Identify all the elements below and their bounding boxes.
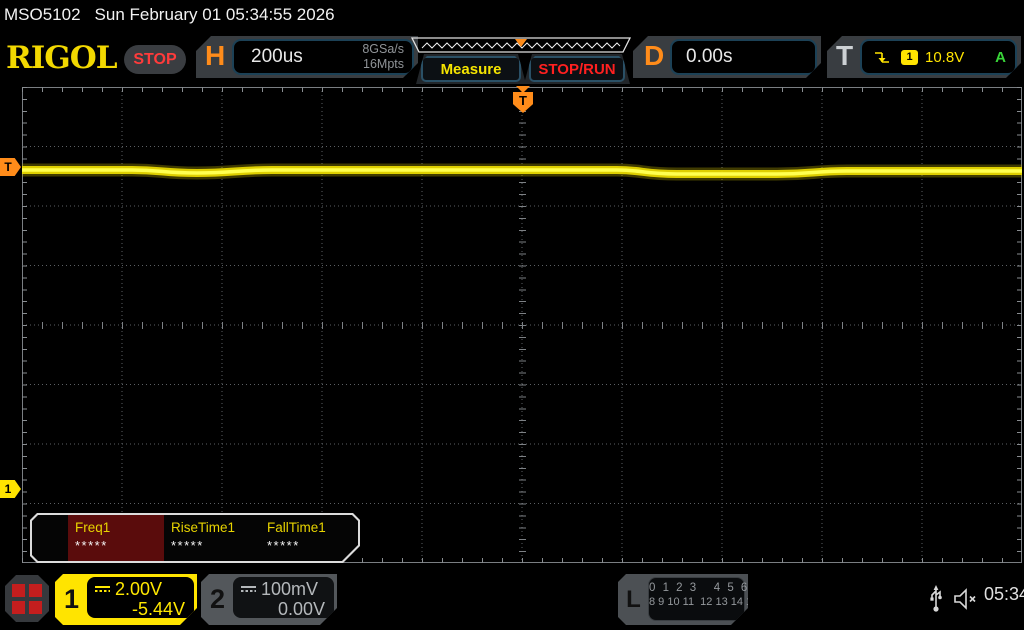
digital-channels-row2: 8 9 10 11 12 13 14 15 [649, 596, 759, 608]
usb-icon [930, 585, 942, 612]
delay-settings-box[interactable]: D 0.00s [633, 36, 821, 78]
trigger-settings-box[interactable]: T 1 10.8V A [827, 36, 1021, 78]
speaker-muted-icon[interactable] [952, 587, 980, 611]
run-state-badge: STOP [124, 45, 186, 74]
delay-label: D [644, 40, 665, 71]
waveform-display: T T 1 Freq1 ***** RiseTime1 ***** FallTi… [0, 86, 1022, 563]
channel1-ground-marker[interactable]: 1 [0, 480, 21, 498]
trigger-source-chip: 1 [901, 50, 918, 65]
red-grid-menu-icon[interactable] [5, 575, 49, 622]
memory-depth: 16Mpts [363, 57, 404, 71]
channel2-number: 2 [209, 584, 226, 614]
channel2-status-box[interactable]: 2 100mV 0.00V [201, 574, 337, 625]
statusbar: 1 2.00V -5.44V 2 100mV 0.00V L 0 1 2 3 4… [0, 570, 1024, 630]
dc-coupling-icon [241, 586, 256, 592]
delay-value: 0.00s [686, 46, 733, 67]
datetime: Sun February 01 05:34:55 2026 [94, 5, 335, 24]
channel1-trace [22, 163, 1022, 181]
measurement-panel[interactable]: Freq1 ***** RiseTime1 ***** FallTime1 **… [30, 513, 360, 563]
stop-run-button[interactable]: STOP/RUN [529, 56, 625, 82]
dc-coupling-icon [95, 586, 110, 592]
model-name: MSO5102 [4, 5, 81, 24]
trigger-position-pointer [516, 86, 530, 93]
titlebar: MSO5102 Sun February 01 05:34:55 2026 [0, 0, 1024, 32]
measurement-freq1[interactable]: Freq1 ***** [68, 515, 164, 561]
trigger-label: T [836, 40, 854, 71]
measurement-falltime1[interactable]: FallTime1 ***** [260, 515, 356, 561]
measure-button[interactable]: Measure [421, 56, 521, 82]
trigger-level-value: 10.8V [925, 48, 965, 66]
channel2-scale: 100mV [261, 579, 319, 599]
rigol-logo: RIGOL [6, 40, 118, 76]
channel1-status-box[interactable]: 1 2.00V -5.44V [55, 574, 197, 625]
trigger-level-marker[interactable]: T [0, 158, 21, 176]
digital-channels-row1: 0 1 2 3 4 5 6 7 [649, 582, 763, 594]
timebase-value: 200us [251, 46, 303, 67]
header: RIGOL STOP H 200us 8GSa/s 16Mpts Measure… [0, 32, 1024, 84]
waveform-zigzag-icon[interactable] [410, 37, 632, 54]
horizontal-label: H [205, 40, 226, 71]
channel1-number: 1 [63, 584, 80, 614]
channel1-offset: -5.44V [131, 599, 185, 619]
logic-analyzer-status-box[interactable]: L 0 1 2 3 4 5 6 7 8 9 10 11 12 13 14 15 [618, 574, 748, 625]
measurement-risetime1[interactable]: RiseTime1 ***** [164, 515, 260, 561]
horizontal-settings-box[interactable]: H 200us 8GSa/s 16Mpts [196, 36, 418, 78]
sample-rate: 8GSa/s [362, 42, 404, 56]
clock: 05:34 [984, 584, 1024, 604]
channel1-scale: 2.00V [115, 579, 163, 599]
logic-label: L [626, 585, 641, 613]
falling-edge-icon [874, 49, 890, 65]
channel2-offset: 0.00V [277, 599, 325, 619]
trigger-mode: A [995, 48, 1006, 66]
